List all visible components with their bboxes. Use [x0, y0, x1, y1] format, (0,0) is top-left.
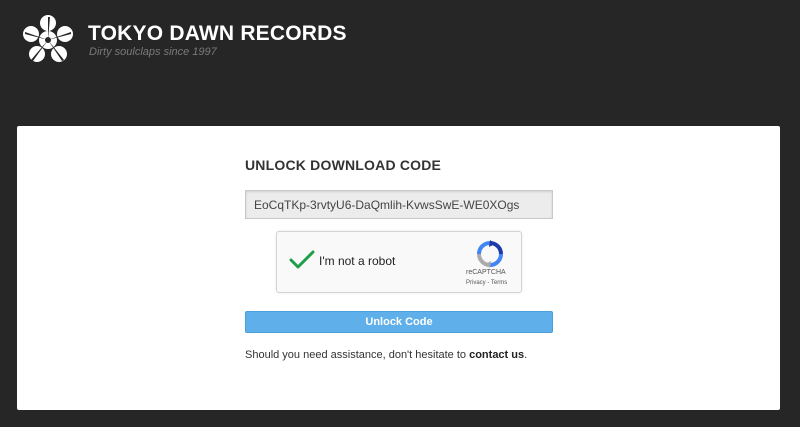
- captcha-label: I'm not a robot: [319, 254, 396, 268]
- unlock-code-button[interactable]: Unlock Code: [245, 311, 553, 333]
- unlock-panel: UNLOCK DOWNLOAD CODE I'm not a robot reC…: [17, 126, 780, 410]
- assistance-message: Should you need assistance, don't hesita…: [245, 349, 470, 361]
- recaptcha-icon: [477, 240, 503, 268]
- captcha-brand: reCAPTCHA: [466, 269, 506, 276]
- page-title: UNLOCK DOWNLOAD CODE: [245, 157, 442, 173]
- assistance-period: .: [524, 349, 528, 361]
- assistance-text: Should you need assistance, don't hesita…: [245, 349, 527, 361]
- site-header: TOKYO DAWN RECORDS Dirty soulclaps since…: [0, 0, 800, 90]
- brand-tagline: Dirty soulclaps since 1997: [89, 46, 217, 58]
- captcha-privacy-link[interactable]: Privacy: [466, 280, 486, 286]
- captcha-terms-link[interactable]: Terms: [491, 280, 507, 286]
- brand-title[interactable]: TOKYO DAWN RECORDS: [88, 22, 347, 46]
- checkmark-icon[interactable]: [289, 249, 315, 271]
- captcha-links: Privacy - Terms: [466, 280, 507, 286]
- contact-us-link[interactable]: contact us: [469, 349, 524, 361]
- download-code-input[interactable]: [245, 190, 553, 219]
- recaptcha-widget[interactable]: I'm not a robot reCAPTCHA Privacy - Term…: [276, 231, 522, 293]
- flower-blossom-icon[interactable]: [20, 14, 76, 64]
